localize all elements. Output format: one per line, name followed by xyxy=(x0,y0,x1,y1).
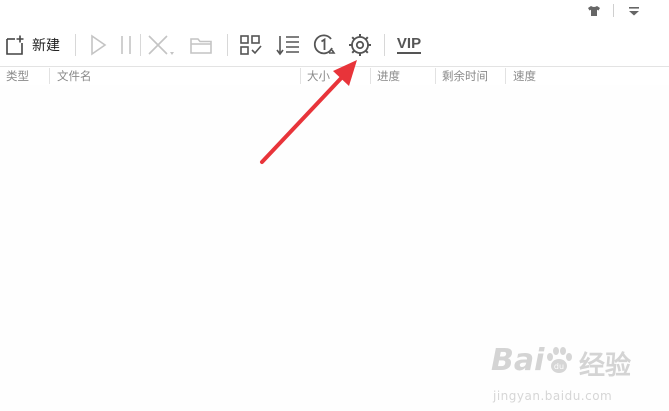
column-divider[interactable] xyxy=(49,68,50,84)
limit-one-icon xyxy=(312,33,336,57)
delete-button[interactable] xyxy=(146,28,176,62)
new-task-button[interactable]: 新建 xyxy=(4,28,66,62)
new-task-icon xyxy=(4,34,26,56)
skin-button[interactable] xyxy=(584,2,604,20)
watermark-url: jingyan.baidu.com xyxy=(493,389,613,403)
tshirt-icon xyxy=(587,2,601,21)
select-all-button[interactable] xyxy=(238,28,264,62)
pause-button[interactable] xyxy=(116,28,136,62)
toolbar-divider xyxy=(227,34,228,56)
column-type[interactable]: 类型 xyxy=(6,67,29,85)
watermark-brand-2: 经验 xyxy=(579,351,632,381)
pause-icon xyxy=(118,34,134,56)
toolbar-divider xyxy=(75,34,76,56)
settings-gear-icon xyxy=(347,32,373,58)
start-button[interactable] xyxy=(86,28,110,62)
column-speed[interactable]: 速度 xyxy=(513,67,536,85)
paw-icon: du xyxy=(543,345,575,381)
select-all-icon xyxy=(239,34,263,56)
open-folder-button[interactable] xyxy=(188,28,214,62)
title-bar xyxy=(0,0,669,22)
sort-icon xyxy=(276,34,300,56)
menu-dropdown-icon xyxy=(627,2,641,21)
column-divider[interactable] xyxy=(300,68,301,84)
delete-icon xyxy=(146,34,176,56)
column-divider[interactable] xyxy=(505,68,506,84)
limit-tasks-button[interactable] xyxy=(311,28,337,62)
column-size[interactable]: 大小 xyxy=(307,67,330,85)
task-list-header: 类型 文件名 大小 进度 剩余时间 速度 xyxy=(0,66,669,85)
column-remaining-time[interactable]: 剩余时间 xyxy=(442,67,488,85)
toolbar-divider xyxy=(384,34,385,56)
vip-button[interactable]: VIP xyxy=(394,28,424,62)
vip-label: VIP xyxy=(396,35,422,54)
settings-button[interactable] xyxy=(346,28,374,62)
toolbar-divider xyxy=(140,34,141,56)
column-filename[interactable]: 文件名 xyxy=(57,67,92,85)
svg-text:du: du xyxy=(554,362,564,371)
toolbar: 新建 VIP xyxy=(0,28,669,62)
titlebar-divider xyxy=(613,4,614,17)
folder-icon xyxy=(189,34,213,56)
watermark-brand: Bai xyxy=(491,343,545,378)
column-divider[interactable] xyxy=(435,68,436,84)
play-icon xyxy=(88,34,108,56)
new-task-label: 新建 xyxy=(32,38,60,54)
sort-button[interactable] xyxy=(275,28,301,62)
baidu-jingyan-watermark: Bai du 经验 jingyan.baidu.com xyxy=(491,341,641,403)
column-progress[interactable]: 进度 xyxy=(377,67,400,85)
column-divider[interactable] xyxy=(370,68,371,84)
main-menu-button[interactable] xyxy=(624,2,644,20)
